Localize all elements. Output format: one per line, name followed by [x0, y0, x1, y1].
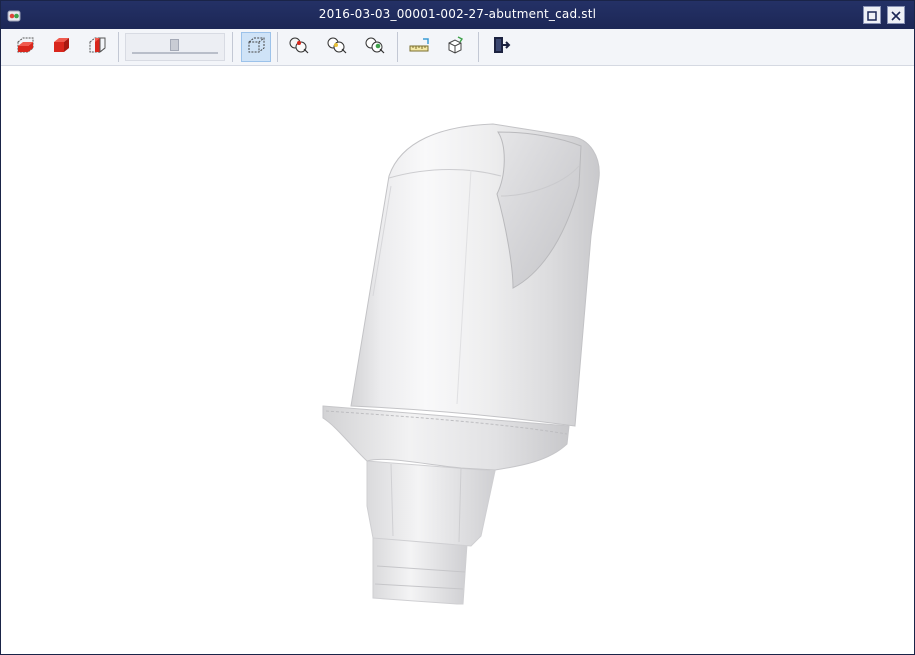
solid-box-icon: [50, 34, 72, 60]
view-wireframe-button[interactable]: [241, 32, 271, 62]
toolbar-separator: [397, 32, 398, 62]
exit-door-icon: [490, 34, 512, 60]
view-bottom-button[interactable]: [10, 32, 40, 62]
measure-button[interactable]: [404, 32, 434, 62]
box-bottom-face-icon: [14, 34, 36, 60]
toolbar-separator: [232, 32, 233, 62]
window-title: 2016-03-03_00001-002-27-abutment_cad.stl: [318, 7, 597, 21]
view-shading-2-button[interactable]: [322, 32, 352, 62]
zoom-slider[interactable]: [125, 33, 225, 61]
maximize-icon: [867, 6, 877, 25]
close-button[interactable]: [887, 6, 905, 24]
spheres-green-icon: [363, 34, 387, 60]
toolbar: [1, 29, 914, 66]
toolbar-separator: [277, 32, 278, 62]
title-bar[interactable]: 2016-03-03_00001-002-27-abutment_cad.stl: [1, 1, 914, 29]
abutment-model: [322, 123, 600, 605]
view-solid-button[interactable]: [46, 32, 76, 62]
viewer-window: 2016-03-03_00001-002-27-abutment_cad.stl: [0, 0, 915, 655]
dashed-box-icon: [245, 34, 267, 60]
spheres-outline-icon: [325, 34, 349, 60]
slider-track: [132, 52, 218, 54]
view-shading-1-button[interactable]: [284, 32, 314, 62]
view-side-button[interactable]: [82, 32, 112, 62]
slider-thumb[interactable]: [169, 39, 179, 51]
ruler-icon: [407, 34, 431, 60]
box-side-face-icon: [86, 34, 108, 60]
toolbar-separator: [118, 32, 119, 62]
rotate-cube-icon: [444, 34, 466, 60]
close-icon: [891, 6, 901, 25]
rotate-button[interactable]: [440, 32, 470, 62]
3d-viewport[interactable]: [1, 66, 914, 654]
exit-button[interactable]: [486, 32, 516, 62]
maximize-button[interactable]: [863, 6, 881, 24]
spheres-icon: [287, 34, 311, 60]
view-shading-3-button[interactable]: [360, 32, 390, 62]
toolbar-separator: [478, 32, 479, 62]
